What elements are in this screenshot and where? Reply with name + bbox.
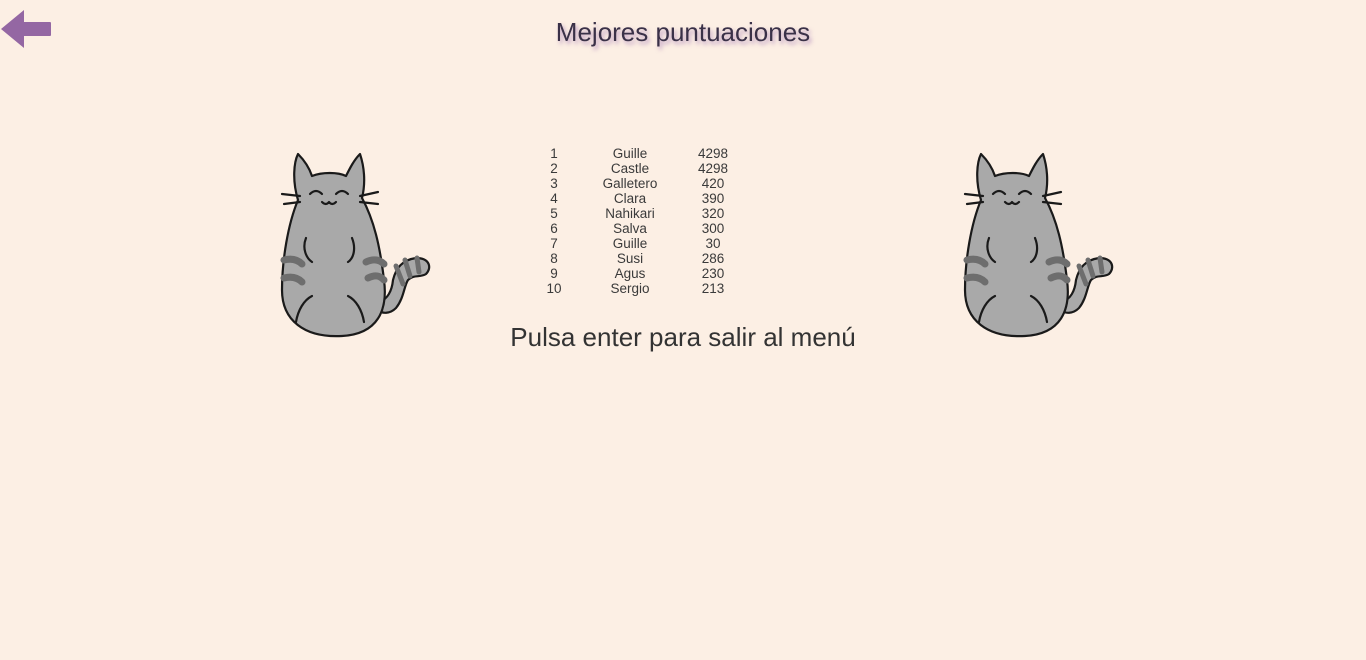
- score-row: 7 Guille 30: [539, 236, 735, 251]
- page-title: Mejores puntuaciones: [555, 17, 811, 47]
- score-row: 5 Nahikari 320: [539, 206, 735, 221]
- score-value: 4298: [697, 146, 729, 161]
- player-name: Guille: [612, 146, 648, 161]
- score-rank: 2: [550, 161, 558, 176]
- score-row: 10 Sergio 213: [539, 281, 735, 296]
- score-rank: 5: [550, 206, 558, 221]
- score-rank: 4: [550, 191, 558, 206]
- high-scores-screen: Mejores puntuaciones 1 Guille 4298 2 Castle 4…: [0, 0, 1366, 660]
- cat-icon: [963, 152, 1114, 338]
- score-row: 1 Guille 4298: [539, 146, 735, 161]
- score-rank: 9: [550, 266, 558, 281]
- player-name: Sergio: [610, 281, 650, 296]
- player-name: Guille: [612, 236, 648, 251]
- player-name: Clara: [613, 191, 647, 206]
- exit-prompt: Pulsa enter para salir al menú: [510, 322, 856, 352]
- player-name: Agus: [614, 266, 646, 281]
- score-value: 300: [701, 221, 725, 236]
- score-value: 213: [701, 281, 725, 296]
- score-value: 286: [701, 251, 725, 266]
- player-name: Galletero: [602, 176, 658, 191]
- score-value: 230: [701, 266, 725, 281]
- score-value: 4298: [697, 161, 729, 176]
- score-value: 390: [701, 191, 725, 206]
- score-row: 8 Susi 286: [539, 251, 735, 266]
- score-value: 320: [701, 206, 725, 221]
- score-value: 30: [705, 236, 721, 251]
- player-name: Salva: [613, 221, 647, 236]
- score-row: 2 Castle 4298: [539, 161, 735, 176]
- score-row: 3 Galletero 420: [539, 176, 735, 191]
- player-name: Castle: [610, 161, 650, 176]
- score-rank: 1: [550, 146, 558, 161]
- player-name: Nahikari: [605, 206, 655, 221]
- score-row: 4 Clara 390: [539, 191, 735, 206]
- score-rank: 10: [546, 281, 562, 296]
- score-rank: 6: [550, 221, 558, 236]
- score-rank: 7: [550, 236, 558, 251]
- score-rank: 8: [550, 251, 558, 266]
- score-row: 6 Salva 300: [539, 221, 735, 236]
- score-row: 9 Agus 230: [539, 266, 735, 281]
- high-scores-table: 1 Guille 4298 2 Castle 4298 3 Galletero 420 4 Clar…: [539, 146, 735, 296]
- player-name: Susi: [616, 251, 644, 266]
- score-value: 420: [701, 176, 725, 191]
- score-rank: 3: [550, 176, 558, 191]
- cat-icon: [280, 152, 431, 338]
